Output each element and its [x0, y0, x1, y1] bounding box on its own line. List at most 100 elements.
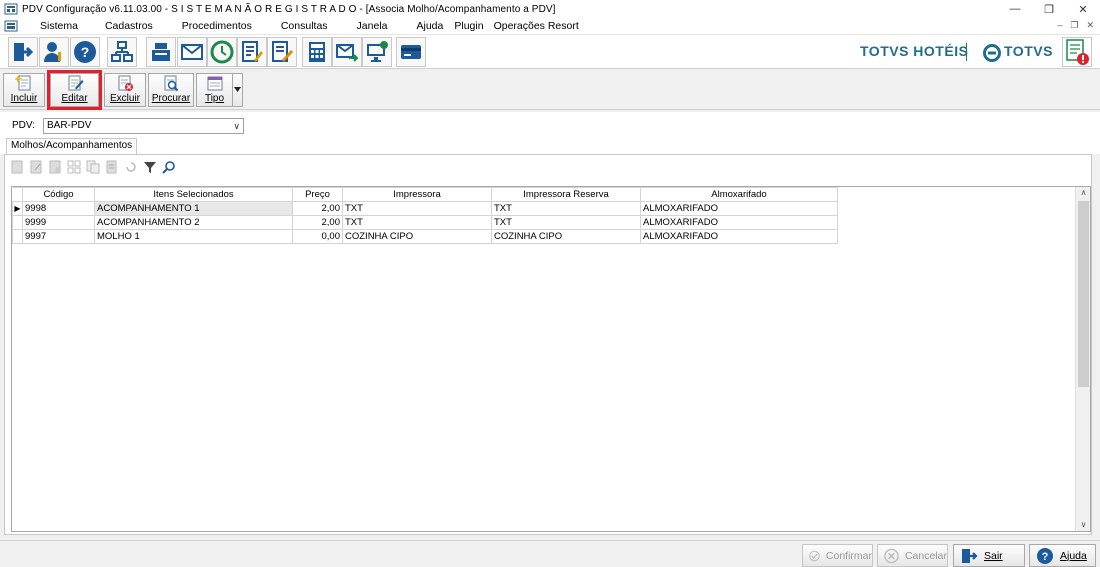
cell-item[interactable]: ACOMPANHAMENTO 1: [94, 201, 293, 216]
pdv-label: PDV:: [12, 120, 35, 131]
col-header-impressora[interactable]: Impressora: [342, 187, 492, 202]
menu-cadastros[interactable]: Cadastros: [105, 20, 153, 32]
brand-totvs: TOTVS: [1004, 43, 1053, 59]
col-header-almoxarifado[interactable]: Almoxarifado: [640, 187, 838, 202]
tab-strip: Molhos/Acompanhamentos: [0, 138, 1100, 154]
cell-item[interactable]: ACOMPANHAMENTO 2: [94, 215, 293, 230]
minimize-button[interactable]: —: [998, 0, 1032, 18]
credit-card-icon[interactable]: [396, 37, 426, 67]
col-header-impressora-reserva[interactable]: Impressora Reserva: [491, 187, 641, 202]
cell-almoxarifado[interactable]: ALMOXARIFADO: [640, 229, 838, 244]
mdi-restore-button[interactable]: ❐: [1070, 20, 1078, 31]
tab-molhos-acompanhamentos[interactable]: Molhos/Acompanhamentos: [6, 138, 138, 154]
help-circle-icon: ?: [1037, 547, 1053, 564]
user-key-icon[interactable]: [39, 37, 69, 67]
cell-impressora[interactable]: TXT: [342, 201, 492, 216]
cell-impressora-reserva[interactable]: COZINHA CIPO: [491, 229, 641, 244]
main-toolbar: ? TOTVS HOTÉIS TOTVS: [0, 35, 1100, 69]
cell-codigo[interactable]: 9997: [22, 229, 95, 244]
editar-button[interactable]: Editar: [47, 70, 102, 110]
col-header-preco[interactable]: Preço: [292, 187, 343, 202]
menu-sistema[interactable]: Sistema: [40, 20, 78, 32]
table-row[interactable]: ▶ 9998 ACOMPANHAMENTO 1 2,00 TXT TXT ALM…: [12, 201, 838, 216]
cell-impressora-reserva[interactable]: TXT: [491, 201, 641, 216]
col-header-codigo[interactable]: Código: [22, 187, 95, 202]
totvs-logo-icon: [983, 44, 1001, 62]
title-bar: PDV Configuração v6.11.03.00 - S I S T E…: [0, 0, 1100, 18]
mdi-close-button[interactable]: ✕: [1086, 20, 1094, 31]
mail-icon[interactable]: [177, 37, 207, 67]
cell-impressora[interactable]: TXT: [342, 215, 492, 230]
grid-table: Código Itens Selecionados Preço Impresso…: [12, 187, 838, 244]
grid-layout-icon[interactable]: [66, 159, 82, 175]
menu-plugin[interactable]: Plugin: [454, 20, 483, 32]
grid-header-row: Código Itens Selecionados Preço Impresso…: [12, 187, 838, 202]
filter-icon[interactable]: [142, 159, 158, 175]
cell-item[interactable]: MOLHO 1: [94, 229, 293, 244]
cell-almoxarifado[interactable]: ALMOXARIFADO: [640, 201, 838, 216]
report-edit-icon[interactable]: [237, 37, 267, 67]
tipo-button[interactable]: Tipo: [196, 73, 233, 107]
logout-icon[interactable]: [8, 37, 38, 67]
cancelar-button[interactable]: Cancelar: [877, 544, 948, 567]
calculator-icon[interactable]: [302, 37, 332, 67]
monitor-network-icon[interactable]: [362, 37, 392, 67]
child-window-icon[interactable]: [4, 20, 18, 32]
org-chart-icon[interactable]: [107, 37, 137, 67]
history-clock-icon[interactable]: [207, 37, 237, 67]
cell-codigo[interactable]: 9998: [22, 201, 95, 216]
app-icon: [4, 3, 18, 15]
data-grid[interactable]: Código Itens Selecionados Preço Impresso…: [11, 186, 1091, 532]
incluir-button[interactable]: Incluir: [3, 73, 45, 107]
close-window-button[interactable]: ✕: [1066, 0, 1100, 18]
menu-janela[interactable]: Janela: [357, 20, 388, 32]
menu-procedimentos[interactable]: Procedimentos: [182, 20, 252, 32]
scroll-thumb[interactable]: [1078, 201, 1089, 387]
scroll-down-icon[interactable]: ∨: [1076, 519, 1091, 531]
vertical-scrollbar[interactable]: ∧ ∨: [1075, 187, 1090, 531]
col-header-itens-selecionados[interactable]: Itens Selecionados: [94, 187, 293, 202]
menu-ajuda[interactable]: Ajuda: [417, 20, 444, 32]
cell-impressora-reserva[interactable]: TXT: [491, 215, 641, 230]
cell-almoxarifado[interactable]: ALMOXARIFADO: [640, 215, 838, 230]
pdv-select[interactable]: BAR-PDV ∨: [43, 118, 244, 134]
grid-delete-icon[interactable]: [47, 159, 63, 175]
document-pencil-icon[interactable]: [267, 37, 297, 67]
procurar-button[interactable]: Procurar: [148, 73, 194, 107]
tipo-dropdown-button[interactable]: [232, 73, 243, 107]
excluir-button[interactable]: Excluir: [104, 73, 146, 107]
cell-preco[interactable]: 2,00: [292, 215, 343, 230]
cash-register-icon[interactable]: [146, 37, 176, 67]
send-mail-icon[interactable]: [332, 37, 362, 67]
check-icon: [809, 550, 820, 561]
new-document-icon: [15, 75, 31, 91]
grid-export-icon[interactable]: [104, 159, 120, 175]
search-icon[interactable]: [161, 159, 177, 175]
confirmar-button[interactable]: Confirmar: [802, 544, 873, 567]
notification-alert-icon[interactable]: [1062, 37, 1092, 67]
pdv-selected-value: BAR-PDV: [47, 120, 92, 131]
grid-edit-icon[interactable]: [28, 159, 44, 175]
menu-operacoes-resort[interactable]: Operações Resort: [494, 20, 579, 32]
sair-button[interactable]: Sair: [953, 544, 1025, 567]
grid-toolbar: [9, 157, 177, 177]
row-indicator: [12, 215, 23, 230]
mdi-minimize-button[interactable]: –: [1057, 20, 1062, 31]
scroll-up-icon[interactable]: ∧: [1076, 187, 1091, 199]
restore-button[interactable]: ❐: [1032, 0, 1066, 18]
exit-icon: [962, 548, 978, 563]
cell-preco[interactable]: 0,00: [292, 229, 343, 244]
grid-add-icon[interactable]: [9, 159, 25, 175]
grid-copy-icon[interactable]: [85, 159, 101, 175]
svg-text:?: ?: [81, 44, 90, 60]
cell-impressora[interactable]: COZINHA CIPO: [342, 229, 492, 244]
cell-preco[interactable]: 2,00: [292, 201, 343, 216]
cell-codigo[interactable]: 9999: [22, 215, 95, 230]
ajuda-button[interactable]: ? Ajuda: [1029, 544, 1096, 567]
row-indicator: [12, 229, 23, 244]
table-row[interactable]: 9997 MOLHO 1 0,00 COZINHA CIPO COZINHA C…: [12, 229, 838, 244]
menu-consultas[interactable]: Consultas: [281, 20, 328, 32]
table-row[interactable]: 9999 ACOMPANHAMENTO 2 2,00 TXT TXT ALMOX…: [12, 215, 838, 230]
grid-refresh-icon[interactable]: [123, 159, 139, 175]
help-icon[interactable]: ?: [70, 37, 100, 67]
